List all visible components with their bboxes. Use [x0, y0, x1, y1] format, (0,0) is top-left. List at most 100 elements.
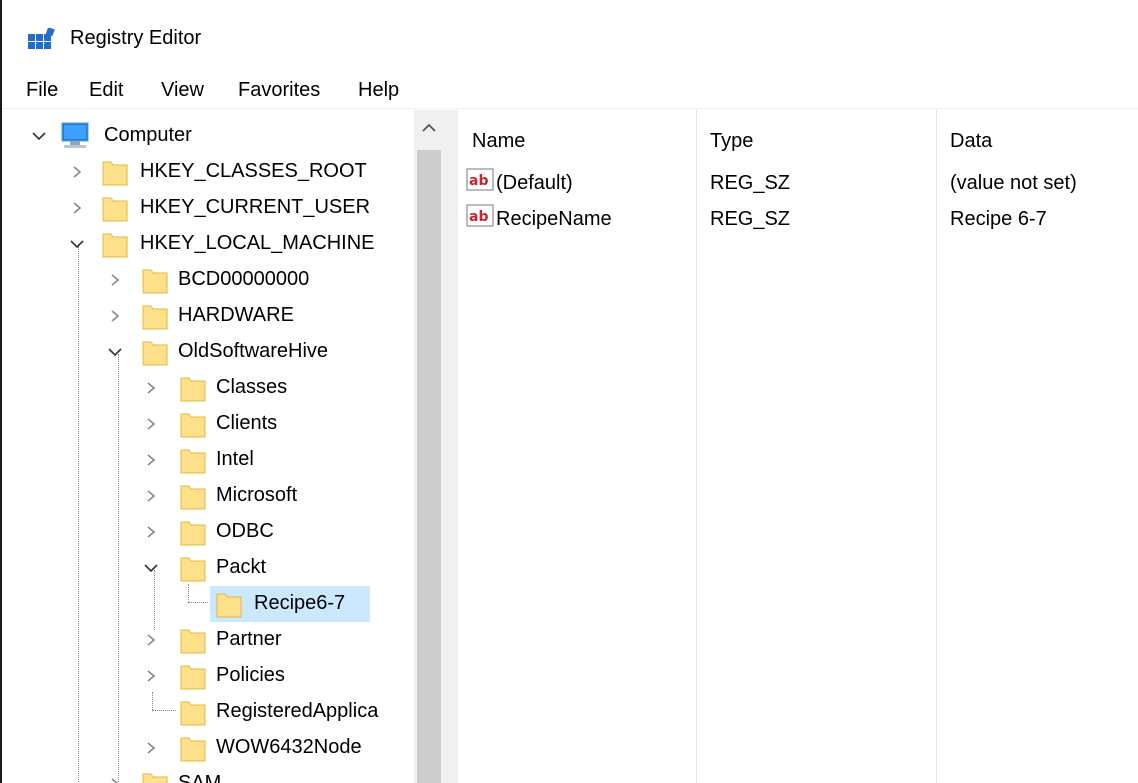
chevron-right-icon[interactable] [144, 454, 158, 466]
folder-icon [180, 701, 206, 726]
menu-help[interactable]: Help [358, 79, 399, 102]
value-row[interactable]: ab (Default) REG_SZ (value not set) [458, 166, 1138, 202]
svg-text:ab: ab [469, 173, 488, 189]
computer-icon [61, 122, 89, 148]
chevron-right-icon[interactable] [70, 166, 84, 178]
tree-node-label: HKEY_CLASSES_ROOT [140, 160, 367, 182]
chevron-down-icon[interactable] [32, 130, 46, 142]
chevron-right-icon[interactable] [70, 202, 84, 214]
tree-node-hardware[interactable]: HARDWARE [2, 298, 402, 334]
key-tree[interactable]: Computer HKEY_CLASSES_ROOT HKEY_CURRENT_… [2, 110, 414, 783]
chevron-down-icon[interactable] [70, 238, 84, 250]
menu-file[interactable]: File [26, 79, 58, 102]
tree-vertical-scrollbar[interactable] [414, 110, 444, 783]
tree-node-hkey-local-machine[interactable]: HKEY_LOCAL_MACHINE [2, 226, 402, 262]
tree-node-label: Classes [216, 376, 288, 398]
tree-node-policies[interactable]: Policies [2, 658, 402, 694]
column-header-type[interactable]: Type [710, 130, 753, 153]
tree-node-sam[interactable]: SAM [2, 766, 402, 783]
menu-view[interactable]: View [161, 79, 204, 102]
string-value-icon: ab [466, 204, 494, 227]
title-bar: Registry Editor [2, 0, 1138, 72]
string-value-icon: ab [466, 168, 494, 191]
folder-icon [102, 197, 128, 222]
folder-icon [180, 665, 206, 690]
chevron-right-icon[interactable] [144, 526, 158, 538]
chevron-down-icon[interactable] [108, 346, 122, 358]
chevron-up-icon[interactable] [421, 122, 437, 134]
chevron-down-icon[interactable] [144, 562, 158, 574]
tree-node-label: RegisteredApplica [216, 700, 379, 722]
folder-icon [180, 485, 206, 510]
chevron-right-icon[interactable] [108, 778, 122, 783]
chevron-right-icon[interactable] [144, 634, 158, 646]
tree-node-label: Packt [216, 556, 267, 578]
tree-node-label: BCD00000000 [178, 268, 310, 290]
registry-editor-window: Registry Editor File Edit View Favorites… [0, 0, 1138, 783]
tree-node-bcd00000000[interactable]: BCD00000000 [2, 262, 402, 298]
tree-node-computer[interactable]: Computer [2, 118, 402, 154]
tree-node-recipe6-7[interactable]: Recipe6-7 [2, 586, 402, 622]
tree-node-label: Partner [216, 628, 282, 650]
tree-node-hkey-classes-root[interactable]: HKEY_CLASSES_ROOT [2, 154, 402, 190]
value-data: (value not set) [950, 172, 1077, 194]
folder-icon [102, 233, 128, 258]
folder-icon [102, 161, 128, 186]
pane-splitter[interactable] [444, 110, 458, 783]
tree-node-label: Computer [104, 124, 192, 146]
chevron-right-icon[interactable] [108, 274, 122, 286]
registry-editor-app-icon [28, 28, 55, 49]
folder-icon [180, 449, 206, 474]
tree-node-clients[interactable]: Clients [2, 406, 402, 442]
tree-node-classes[interactable]: Classes [2, 370, 402, 406]
chevron-right-icon[interactable] [144, 382, 158, 394]
value-data: Recipe 6-7 [950, 208, 1047, 230]
tree-node-registeredapplications[interactable]: RegisteredApplica [2, 694, 402, 730]
folder-icon [142, 773, 168, 783]
tree-node-partner[interactable]: Partner [2, 622, 402, 658]
tree-node-label: Clients [216, 412, 278, 434]
value-type: REG_SZ [710, 172, 791, 194]
tree-node-label: Intel [216, 448, 254, 470]
folder-icon [180, 737, 206, 762]
key-tree-pane[interactable]: Computer HKEY_CLASSES_ROOT HKEY_CURRENT_… [2, 110, 445, 783]
menu-edit[interactable]: Edit [89, 79, 123, 102]
values-list-pane[interactable]: Name Type Data ab (Default) REG_SZ (valu… [458, 110, 1138, 783]
folder-icon [180, 557, 206, 582]
tree-node-label: HARDWARE [178, 304, 294, 326]
tree-node-label: HKEY_LOCAL_MACHINE [140, 232, 375, 254]
folder-icon [180, 629, 206, 654]
chevron-right-icon[interactable] [144, 490, 158, 502]
tree-node-label: OldSoftwareHive [178, 340, 329, 362]
tree-node-label: HKEY_CURRENT_USER [140, 196, 371, 218]
folder-icon [216, 593, 242, 618]
column-header-name[interactable]: Name [472, 130, 525, 153]
svg-text:ab: ab [469, 209, 488, 225]
folder-icon [180, 521, 206, 546]
chevron-right-icon[interactable] [144, 742, 158, 754]
tree-node-odbc[interactable]: ODBC [2, 514, 402, 550]
tree-node-label: ODBC [216, 520, 274, 542]
column-header-data[interactable]: Data [950, 130, 992, 153]
value-name: (Default) [496, 172, 573, 194]
tree-node-label: Policies [216, 664, 285, 686]
tree-node-label: SAM [178, 772, 222, 783]
folder-icon [142, 305, 168, 330]
chevron-right-icon[interactable] [144, 670, 158, 682]
tree-node-intel[interactable]: Intel [2, 442, 402, 478]
chevron-right-icon[interactable] [144, 418, 158, 430]
tree-node-packt[interactable]: Packt [2, 550, 402, 586]
tree-node-wow6432node[interactable]: WOW6432Node [2, 730, 402, 766]
tree-node-hkey-current-user[interactable]: HKEY_CURRENT_USER [2, 190, 402, 226]
chevron-right-icon[interactable] [108, 310, 122, 322]
value-row[interactable]: ab RecipeName REG_SZ Recipe 6-7 [458, 202, 1138, 238]
tree-node-microsoft[interactable]: Microsoft [2, 478, 402, 514]
folder-icon [180, 377, 206, 402]
window-title: Registry Editor [70, 27, 202, 49]
scrollbar-thumb[interactable] [417, 150, 441, 783]
tree-node-oldsoftwarehive[interactable]: OldSoftwareHive [2, 334, 402, 370]
value-name: RecipeName [496, 208, 612, 230]
menu-favorites[interactable]: Favorites [238, 79, 320, 102]
folder-icon [142, 341, 168, 366]
tree-node-label: WOW6432Node [216, 736, 362, 758]
